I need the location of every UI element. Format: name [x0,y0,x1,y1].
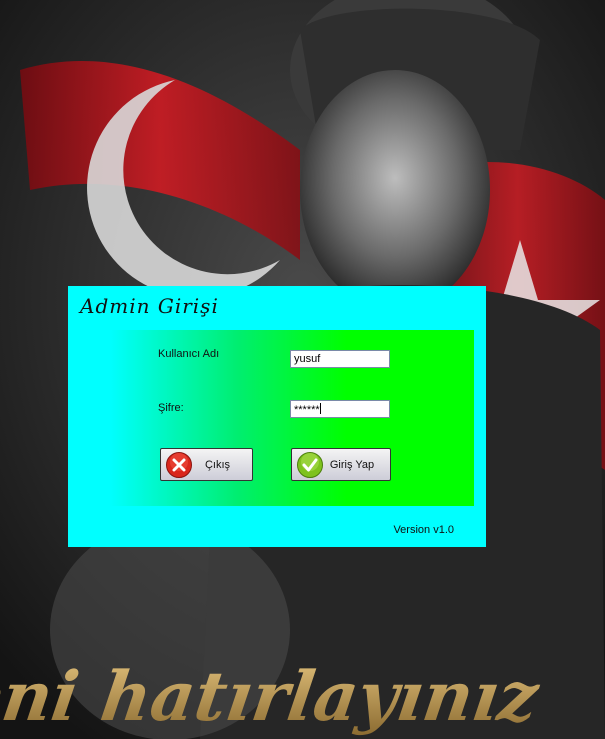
text-caret [319,403,321,414]
exit-button[interactable]: Çıkış [160,448,253,481]
admin-login-window: Admin Girişi Kullanıcı Adı yusuf Şifre: … [68,286,486,547]
password-label: Şifre: [158,402,184,414]
exit-button-label: Çıkış [204,458,231,471]
login-panel: Kullanıcı Adı yusuf Şifre: ****** Çıkış … [110,330,474,506]
password-masked-text: ****** [294,404,320,416]
username-label: Kullanıcı Adı [158,348,220,360]
login-button[interactable]: Giriş Yap [291,448,391,481]
version-label: Version v1.0 [393,524,454,536]
login-button-label: Giriş Yap [329,458,375,471]
window-title: Admin Girişi [80,294,219,318]
username-field[interactable]: yusuf [290,350,390,368]
password-field[interactable]: ****** [290,400,390,418]
background-caption: Beni hatırlayınız [0,657,544,737]
close-icon [166,451,192,478]
check-icon [297,451,323,478]
